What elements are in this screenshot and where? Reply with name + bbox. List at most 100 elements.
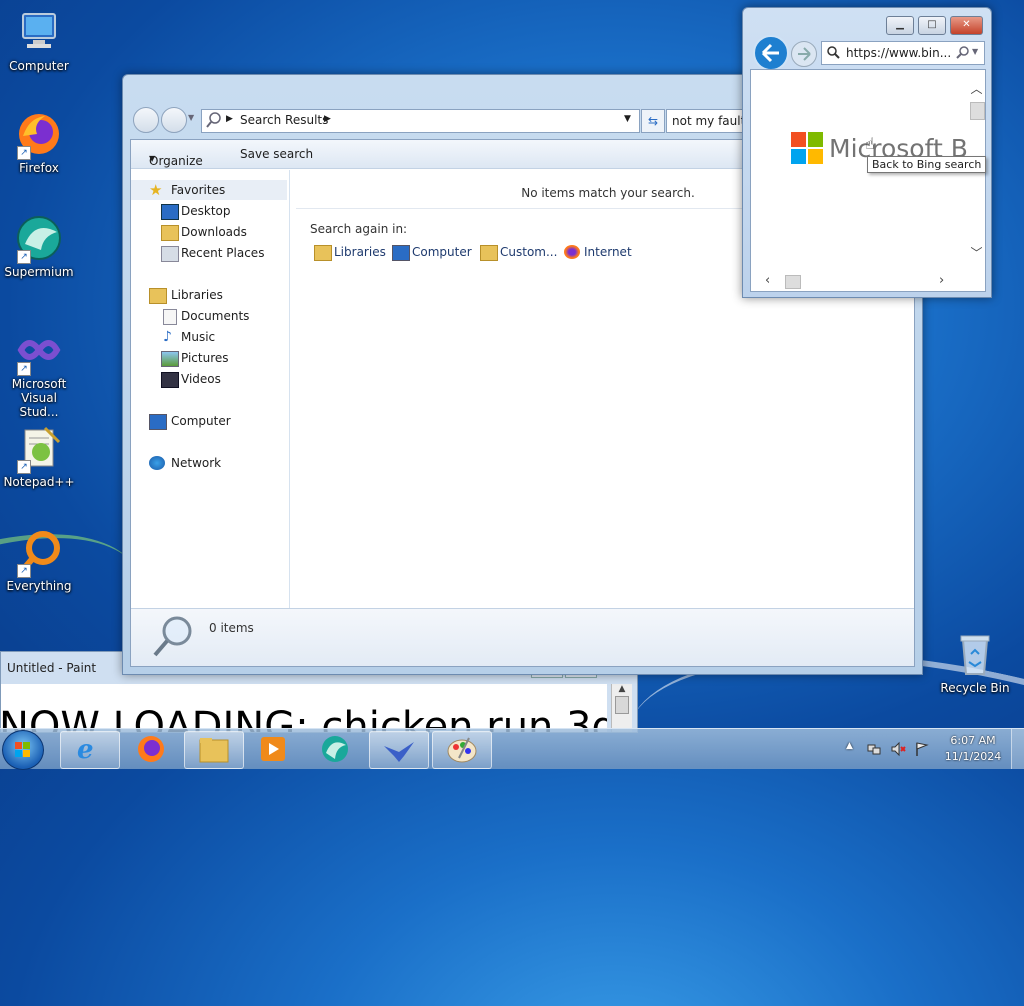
- nav-downloads[interactable]: Downloads: [131, 222, 287, 242]
- search-icon: [151, 613, 195, 662]
- forward-button[interactable]: [161, 107, 187, 133]
- close-button[interactable]: ✕: [950, 16, 983, 35]
- supermium-icon: [322, 736, 348, 762]
- documents-icon: [163, 309, 177, 325]
- clock[interactable]: 6:07 AM 11/1/2024: [940, 733, 1006, 765]
- nav-music[interactable]: ♪ Music: [131, 327, 287, 347]
- scroll-down-icon[interactable]: ﹀: [968, 244, 985, 261]
- pictures-icon: [161, 351, 179, 367]
- computer-icon: [15, 8, 63, 56]
- videos-icon: [161, 372, 179, 388]
- network-tray-icon[interactable]: [866, 741, 882, 781]
- desktop-icon-label: Everything: [6, 579, 72, 593]
- scroll-right-icon[interactable]: ›: [939, 273, 944, 288]
- clock-time: 6:07 AM: [950, 734, 996, 747]
- bird-icon: [384, 742, 414, 762]
- desktop-icon-recycle-bin[interactable]: Recycle Bin: [937, 630, 1013, 695]
- ie-page: Microsoft Bir ☝ Back to Bing search ︿ ﹀ …: [750, 69, 987, 292]
- firefox-icon: [564, 245, 580, 259]
- nav-documents[interactable]: Documents: [131, 306, 287, 326]
- desktop-icon-label: Microsoft Visual Stud...: [11, 377, 67, 419]
- taskbar-ie-button[interactable]: e: [60, 731, 120, 769]
- volume-muted-icon[interactable]: [890, 741, 906, 781]
- nav-network[interactable]: Network: [131, 453, 287, 473]
- minimize-button[interactable]: ▁: [886, 16, 914, 35]
- desktop-icon-label: Supermium: [4, 265, 74, 279]
- media-player-icon: [261, 737, 285, 761]
- paint-canvas[interactable]: NOW LOADING: chicken run 3d: [1, 684, 607, 732]
- taskbar-app-button[interactable]: [369, 731, 429, 769]
- back-button[interactable]: [133, 107, 159, 133]
- refresh-button[interactable]: ⇆: [641, 109, 665, 133]
- recent-pages-icon[interactable]: ▼: [188, 113, 194, 122]
- search-icon: [206, 111, 222, 132]
- paint-scrollbar[interactable]: ▲: [611, 684, 632, 732]
- taskbar-media-player-button[interactable]: [244, 731, 302, 767]
- arrow-right-icon: [798, 47, 811, 61]
- breadcrumb[interactable]: Search Results: [240, 113, 328, 127]
- scroll-left-icon[interactable]: ‹: [765, 273, 770, 288]
- desktop-icon-supermium[interactable]: ↗ Supermium: [1, 214, 77, 279]
- recycle-bin-icon: [951, 630, 999, 678]
- star-icon: ★: [149, 181, 163, 199]
- back-button[interactable]: [753, 35, 789, 71]
- recent-places-icon: [161, 246, 179, 262]
- search-again-label: Search again in:: [310, 222, 408, 236]
- nav-desktop[interactable]: Desktop: [131, 201, 287, 221]
- desktop-icon-visual-studio[interactable]: ↗ Microsoft Visual Stud...: [1, 326, 77, 419]
- libraries-icon: [314, 245, 332, 261]
- taskbar-firefox-button[interactable]: [122, 731, 180, 767]
- vertical-scrollbar[interactable]: ︿ ﹀: [968, 70, 985, 270]
- desktop-icon-computer[interactable]: Computer: [1, 8, 77, 73]
- scroll-up-icon[interactable]: ︿: [968, 80, 985, 97]
- libraries-icon: [149, 288, 167, 304]
- music-icon: ♪: [163, 329, 172, 345]
- internet-explorer-window[interactable]: ▁ □ ✕ https://www.bin... ▼ Microsoft Bir…: [742, 7, 992, 298]
- firefox-icon: [138, 736, 164, 762]
- folder-icon: [480, 245, 498, 261]
- scroll-up-icon[interactable]: ▲: [612, 684, 632, 694]
- navigation-pane: ★ Favorites Desktop Downloads Recent Pla…: [131, 170, 290, 608]
- address-dropdown-icon[interactable]: ▼: [972, 47, 978, 56]
- address-bar[interactable]: ▶ Search Results ▶ ▼: [201, 109, 640, 133]
- computer-icon: [149, 414, 167, 430]
- ie-address-bar[interactable]: https://www.bin... ▼: [821, 41, 985, 65]
- desktop-icon: [161, 204, 179, 220]
- ie-address-text: https://www.bin...: [846, 46, 952, 60]
- supermium-icon: ↗: [15, 214, 63, 264]
- breadcrumb-arrow-icon[interactable]: ▶: [226, 114, 233, 124]
- horizontal-scrollbar[interactable]: ‹ ›: [751, 271, 968, 291]
- start-button[interactable]: [2, 730, 44, 770]
- notepadpp-icon: ↗: [15, 424, 63, 474]
- taskbar-supermium-button[interactable]: [306, 731, 364, 767]
- breadcrumb-arrow-icon[interactable]: ▶: [324, 114, 331, 124]
- nav-pictures[interactable]: Pictures: [131, 348, 287, 368]
- desktop-icon-everything[interactable]: ↗ Everything: [1, 528, 77, 593]
- nav-libraries[interactable]: Libraries: [131, 285, 287, 305]
- tray-expand-icon[interactable]: ▲: [846, 741, 853, 781]
- maximize-button[interactable]: □: [918, 16, 946, 35]
- show-desktop-button[interactable]: [1011, 729, 1024, 769]
- address-dropdown-icon[interactable]: ▼: [624, 114, 631, 124]
- search-icon[interactable]: [956, 45, 970, 62]
- search-icon: [826, 45, 840, 62]
- action-center-flag-icon[interactable]: [914, 741, 930, 781]
- nav-computer[interactable]: Computer: [131, 411, 287, 431]
- nav-recent-places[interactable]: Recent Places: [131, 243, 287, 263]
- forward-button[interactable]: [791, 41, 817, 67]
- folder-icon: [199, 738, 229, 763]
- scroll-thumb[interactable]: [970, 102, 985, 120]
- microsoft-logo[interactable]: [791, 132, 823, 164]
- taskbar-explorer-button[interactable]: [184, 731, 244, 769]
- scroll-thumb[interactable]: [785, 275, 801, 289]
- save-search-button[interactable]: Save search: [240, 147, 313, 161]
- nav-favorites[interactable]: ★ Favorites: [131, 180, 287, 200]
- internet-explorer-icon: e: [77, 735, 94, 765]
- nav-videos[interactable]: Videos: [131, 369, 287, 389]
- desktop-icon-firefox[interactable]: ↗ Firefox: [1, 110, 77, 175]
- desktop-icon-label: Recycle Bin: [940, 681, 1010, 695]
- desktop-icon-notepadpp[interactable]: ↗ Notepad++: [1, 424, 77, 489]
- details-pane: 0 items: [131, 608, 914, 666]
- taskbar-paint-button[interactable]: [432, 731, 492, 769]
- desktop-icon-label: Notepad++: [3, 475, 75, 489]
